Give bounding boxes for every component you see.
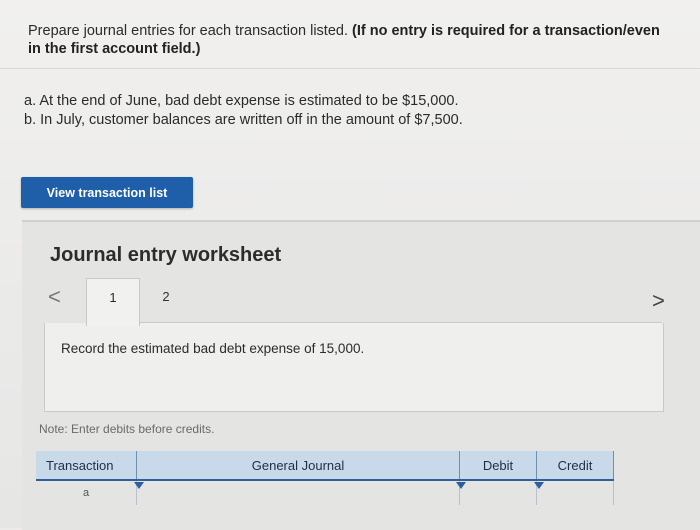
- credit-marker-icon: [534, 482, 544, 489]
- table-row: a: [36, 480, 614, 505]
- row-transaction-cell[interactable]: a: [36, 480, 137, 505]
- instructions-bold: (If no entry is required for a transacti…: [352, 23, 660, 39]
- column-debit: Debit: [459, 451, 537, 481]
- debit-cell[interactable]: [459, 480, 537, 505]
- credit-cell[interactable]: [536, 480, 614, 505]
- note-debits-before-credits: Note: Enter debits before credits.: [39, 422, 215, 436]
- column-credit: Credit: [536, 451, 614, 481]
- journal-table-header: Transaction General Journal Debit Credit: [36, 451, 614, 481]
- chevron-right-icon[interactable]: >: [652, 288, 665, 314]
- record-instruction: Record the estimated bad debt expense of…: [61, 341, 365, 356]
- column-general-journal: General Journal: [136, 451, 460, 481]
- instructions-text: Prepare journal entries for each transac…: [28, 23, 348, 39]
- debit-marker-icon: [456, 482, 466, 489]
- transaction-b: b. In July, customer balances are writte…: [24, 112, 463, 128]
- instructions-bold-2: in the first account field.): [28, 41, 201, 57]
- transaction-a: a. At the end of June, bad debt expense …: [24, 93, 459, 109]
- tab-2[interactable]: 2: [140, 278, 192, 322]
- general-journal-cell[interactable]: [136, 480, 460, 505]
- tab-1[interactable]: 1: [86, 278, 140, 326]
- column-transaction: Transaction: [36, 451, 137, 481]
- journal-table: Transaction General Journal Debit Credit…: [36, 451, 614, 505]
- record-instruction-box: Record the estimated bad debt expense of…: [44, 323, 664, 412]
- worksheet-title: Journal entry worksheet: [50, 244, 282, 266]
- transaction-list: a. At the end of June, bad debt expense …: [24, 92, 463, 130]
- instructions: Prepare journal entries for each transac…: [28, 22, 700, 58]
- view-transaction-list-button[interactable]: View transaction list: [21, 177, 193, 208]
- chevron-left-icon[interactable]: <: [48, 284, 61, 310]
- journal-entry-worksheet: Journal entry worksheet < > 1 2 Record t…: [22, 220, 700, 530]
- account-dropdown-icon[interactable]: [134, 482, 144, 489]
- journal-entry-page: Prepare journal entries for each transac…: [0, 0, 700, 530]
- divider: [0, 68, 700, 69]
